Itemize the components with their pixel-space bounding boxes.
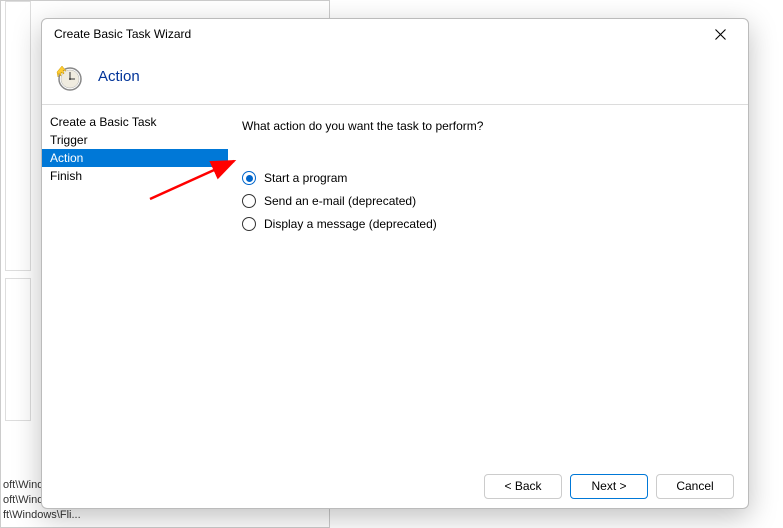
sidebar-item-create-task[interactable]: Create a Basic Task xyxy=(42,113,228,131)
back-button[interactable]: < Back xyxy=(484,474,562,499)
radio-label: Send an e-mail (deprecated) xyxy=(264,194,416,208)
wizard-header: Action xyxy=(42,49,748,105)
next-button[interactable]: Next > xyxy=(570,474,648,499)
wizard-dialog: Create Basic Task Wizard Action Create a… xyxy=(41,18,749,509)
titlebar: Create Basic Task Wizard xyxy=(42,19,748,49)
wizard-icon xyxy=(52,61,84,93)
content-area: Create a Basic Task Trigger Action Finis… xyxy=(42,105,748,464)
radio-start-program[interactable] xyxy=(242,171,256,185)
close-icon xyxy=(715,29,726,40)
close-button[interactable] xyxy=(704,22,736,46)
radio-row-display-message[interactable]: Display a message (deprecated) xyxy=(242,217,732,231)
radio-label: Start a program xyxy=(264,171,347,185)
radio-display-message[interactable] xyxy=(242,217,256,231)
header-title: Action xyxy=(98,68,140,85)
dialog-title: Create Basic Task Wizard xyxy=(54,27,191,41)
radio-row-start-program[interactable]: Start a program xyxy=(242,171,732,185)
sidebar-item-action[interactable]: Action xyxy=(42,149,228,167)
radio-label: Display a message (deprecated) xyxy=(264,217,437,231)
radio-row-send-email[interactable]: Send an e-mail (deprecated) xyxy=(242,194,732,208)
action-prompt: What action do you want the task to perf… xyxy=(242,119,732,133)
cancel-button[interactable]: Cancel xyxy=(656,474,734,499)
wizard-footer: < Back Next > Cancel xyxy=(42,464,748,508)
sidebar-item-finish[interactable]: Finish xyxy=(42,167,228,185)
background-panel xyxy=(5,278,31,421)
wizard-sidebar: Create a Basic Task Trigger Action Finis… xyxy=(42,105,228,464)
main-panel: What action do you want the task to perf… xyxy=(228,105,748,464)
sidebar-item-trigger[interactable]: Trigger xyxy=(42,131,228,149)
radio-send-email[interactable] xyxy=(242,194,256,208)
background-panel xyxy=(5,1,31,271)
